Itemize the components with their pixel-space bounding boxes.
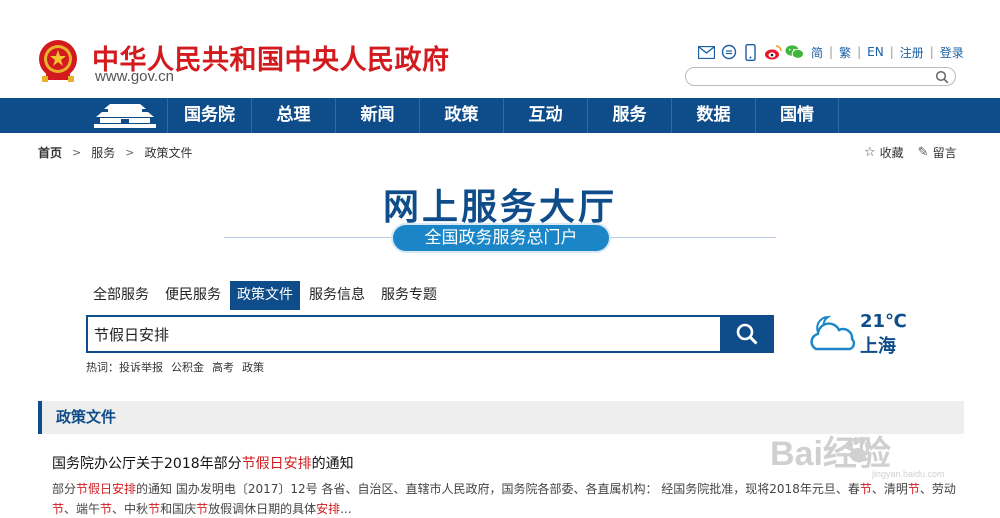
mail-icon[interactable]	[697, 43, 716, 62]
divider	[608, 237, 776, 238]
tab-all-services[interactable]: 全部服务	[86, 281, 156, 310]
weibo-icon[interactable]	[763, 43, 782, 62]
snippet-highlight: 节	[859, 482, 872, 496]
hot-keyword-policy[interactable]: 政策	[242, 359, 264, 375]
tiananmen-logo-icon[interactable]	[88, 100, 162, 131]
snippet-text: 、清明	[871, 482, 908, 496]
nav-item-data[interactable]: 数据	[671, 98, 755, 133]
mobile-icon[interactable]	[741, 43, 760, 62]
result-title-highlight: 节假日安排	[241, 456, 312, 472]
register-link[interactable]: 注册	[900, 44, 924, 61]
login-link[interactable]: 登录	[940, 44, 964, 61]
nav-item-premier[interactable]: 总理	[251, 98, 335, 133]
top-tools: 简 | 繁 | EN | 注册 | 登录	[697, 42, 964, 62]
breadcrumb-home[interactable]: 首页	[38, 144, 62, 161]
result-snippet: 部分节假日安排的通知 国办发明电〔2017〕12号 各省、自治区、直辖市人民政府…	[52, 479, 967, 518]
tab-service-topics[interactable]: 服务专题	[374, 281, 444, 310]
chat-bubble-icon[interactable]	[719, 43, 738, 62]
site-url[interactable]: www.gov.cn	[95, 68, 174, 85]
page-actions: ☆ 收藏 ✎ 留言	[864, 144, 957, 161]
lang-english-link[interactable]: EN	[867, 45, 884, 59]
breadcrumb-services[interactable]: 服务	[91, 144, 115, 161]
hot-keyword-gaokao[interactable]: 高考	[212, 359, 234, 375]
divider: |	[889, 45, 894, 59]
main-search-input[interactable]	[94, 323, 694, 345]
divider: |	[829, 45, 834, 59]
snippet-highlight: 节	[907, 482, 920, 496]
watermark-text: Bai经验	[770, 434, 891, 473]
nav-items: 国务院 总理 新闻 政策 互动 服务 数据 国情	[167, 98, 839, 133]
tab-policy-documents[interactable]: 政策文件	[230, 281, 300, 310]
search-icon	[736, 323, 758, 345]
partly-cloudy-icon	[810, 315, 856, 351]
weather-temperature: 21℃	[860, 311, 907, 332]
comment-button[interactable]: ✎ 留言	[918, 144, 957, 161]
lang-traditional-link[interactable]: 繁	[839, 44, 851, 61]
hero-title: 网上服务大厅	[382, 187, 617, 228]
snippet-text: 、端午	[64, 502, 101, 516]
snippet-text: 、劳动	[919, 482, 956, 496]
snippet-highlight: 节	[52, 502, 65, 516]
nav-item-news[interactable]: 新闻	[335, 98, 419, 133]
nav-item-national-profile[interactable]: 国情	[755, 98, 839, 133]
site-header: 中华人民共和国中央人民政府 www.gov.cn 简 | 繁 | EN | 注册…	[0, 0, 1000, 98]
snippet-text: 的通知 国办发明电〔2017〕12号 各省、自治区、直辖市人民政府，国务院各部委…	[136, 482, 860, 496]
snippet-text: 放假调休日期的具体	[208, 502, 317, 516]
tab-service-info[interactable]: 服务信息	[302, 281, 372, 310]
snippet-highlight: 安排	[316, 502, 341, 516]
search-icon[interactable]	[935, 70, 949, 84]
hero-subtitle: 全国政务服务总门户	[393, 225, 609, 251]
weather-city[interactable]: 上海	[860, 332, 896, 358]
hot-keywords: 热词： 投诉举报 公积金 高考 政策	[86, 359, 264, 375]
hot-keyword-housing-fund[interactable]: 公积金	[171, 359, 204, 375]
star-icon: ☆	[864, 145, 876, 160]
nav-item-services[interactable]: 服务	[587, 98, 671, 133]
language-links: 简 | 繁 | EN | 注册 | 登录	[811, 44, 964, 61]
snippet-text: 部分	[52, 482, 77, 496]
result-title-link[interactable]: 国务院办公厅关于2018年部分节假日安排的通知	[52, 453, 354, 473]
breadcrumb-current[interactable]: 政策文件	[144, 144, 192, 161]
nav-item-state-council[interactable]: 国务院	[167, 98, 251, 133]
tab-citizen-services[interactable]: 便民服务	[158, 281, 228, 310]
result-title-text: 国务院办公厅关于2018年部分	[52, 456, 242, 472]
baidu-jingyan-watermark-logo: Bai经验 jingyan.baidu.com	[770, 434, 945, 479]
snippet-highlight: 节	[196, 502, 209, 516]
snippet-text: 和国庆	[160, 502, 197, 516]
chevron-right-icon: >	[125, 146, 135, 159]
nav-item-interaction[interactable]: 互动	[503, 98, 587, 133]
nav-item-policy[interactable]: 政策	[419, 98, 503, 133]
divider	[224, 237, 394, 238]
main-nav: 国务院 总理 新闻 政策 互动 服务 数据 国情	[0, 98, 1000, 133]
service-tabs: 全部服务 便民服务 政策文件 服务信息 服务专题	[86, 281, 446, 310]
snippet-highlight: 节	[100, 502, 113, 516]
chevron-right-icon: >	[72, 146, 82, 159]
lang-simplified-link[interactable]: 简	[811, 44, 823, 61]
favorite-label: 收藏	[879, 146, 904, 160]
watermark-sub: jingyan.baidu.com	[871, 469, 945, 479]
main-search-box	[86, 315, 774, 353]
comment-label: 留言	[932, 146, 957, 160]
hot-keywords-label: 热词：	[86, 361, 119, 374]
result-title-text: 的通知	[311, 456, 354, 472]
top-search-box	[685, 67, 956, 86]
wechat-icon[interactable]	[785, 43, 804, 62]
snippet-text: ...	[340, 502, 352, 516]
breadcrumb: 首页 > 服务 > 政策文件	[38, 144, 192, 161]
snippet-highlight: 节	[148, 502, 161, 516]
divider: |	[929, 45, 934, 59]
snippet-highlight: 节假日安排	[76, 482, 137, 496]
search-button[interactable]	[720, 315, 774, 353]
section-title: 政策文件	[56, 408, 117, 426]
pencil-icon: ✎	[917, 145, 929, 160]
top-search-input[interactable]	[694, 69, 929, 84]
divider: |	[857, 45, 862, 59]
national-emblem-icon[interactable]	[37, 38, 79, 84]
hot-keyword-complaint[interactable]: 投诉举报	[119, 359, 163, 375]
favorite-button[interactable]: ☆ 收藏	[864, 144, 904, 161]
snippet-text: 、中秋	[112, 502, 149, 516]
